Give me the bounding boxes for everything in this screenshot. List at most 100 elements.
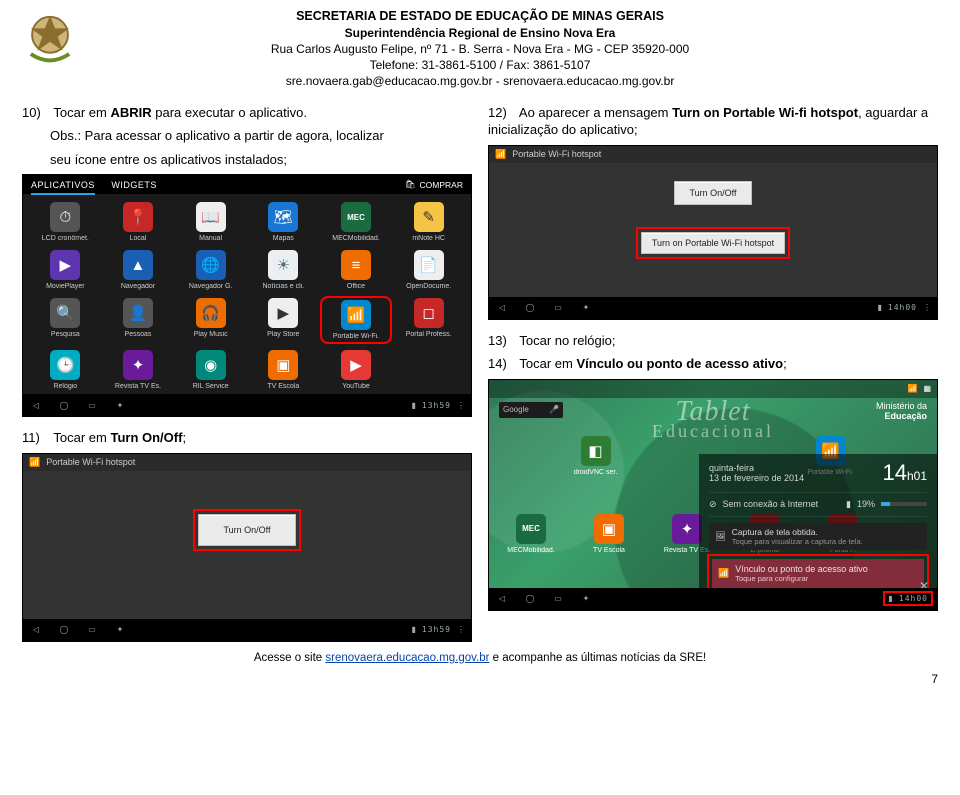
app-pesquisa[interactable]: 🔍Pesquisa bbox=[31, 298, 100, 342]
app-not-cias-e-cli-[interactable]: ☀Notícias e cli. bbox=[249, 250, 318, 290]
app-navegador[interactable]: ▲Navegador bbox=[104, 250, 173, 290]
app-revista-tv-es-[interactable]: ✦ Revista TV Es. bbox=[104, 350, 173, 390]
app-mnote-hc[interactable]: ✎ mNote HC bbox=[394, 202, 463, 242]
more-icon[interactable]: ⋮ bbox=[457, 625, 465, 634]
app-label: MECMobilidad. bbox=[326, 235, 386, 242]
app-label: mNote HC bbox=[399, 235, 459, 242]
app-manual[interactable]: 📖Manual bbox=[176, 202, 245, 242]
panel-connection[interactable]: ⊘ Sem conexão à Internet ▮ 19% bbox=[709, 499, 927, 510]
app-portable-wi-fi-[interactable]: 📶Portable Wi-Fi. bbox=[322, 298, 391, 342]
back-icon[interactable]: ◁ bbox=[495, 301, 509, 315]
header-line-2: Superintendência Regional de Ensino Nova… bbox=[0, 25, 960, 41]
navbar-clock: 13h59 bbox=[422, 401, 451, 410]
app-rel-gio[interactable]: 🕒Relógio bbox=[31, 350, 100, 390]
recent-icon[interactable]: ▭ bbox=[85, 398, 99, 412]
app-pessoas[interactable]: 👤Pessoas bbox=[104, 298, 173, 342]
notification-panel: quinta-feira 13 de fevereiro de 2014 14h… bbox=[699, 454, 937, 599]
back-icon[interactable]: ◁ bbox=[495, 592, 509, 606]
battery-icon: ▮ bbox=[888, 594, 892, 603]
app-opendocume-[interactable]: 📄OpenDocume. bbox=[394, 250, 463, 290]
navbar-clock[interactable]: 14h00 bbox=[899, 594, 928, 603]
app-icon: ▶ bbox=[341, 350, 371, 380]
tab-applications[interactable]: APLICATIVOS bbox=[31, 180, 95, 195]
shop-button[interactable]: 🛍 COMPRAR bbox=[405, 179, 463, 190]
app-icon: MEC bbox=[341, 202, 371, 232]
app-icon: ▲ bbox=[123, 250, 153, 280]
app-play-store[interactable]: ▶Play Store bbox=[249, 298, 318, 342]
app-label: Navegador G. bbox=[181, 283, 241, 290]
app-label: OpenDocume. bbox=[399, 283, 459, 290]
app-label: Local bbox=[108, 235, 168, 242]
app-icon: ✎ bbox=[414, 202, 444, 232]
home-icon[interactable]: ◯ bbox=[523, 592, 537, 606]
screenshot-icon[interactable]: ✦ bbox=[113, 398, 127, 412]
turn-on-hotspot-button[interactable]: Turn on Portable Wi-Fi hotspot bbox=[641, 232, 785, 254]
screenshot-icon[interactable]: ✦ bbox=[579, 301, 593, 315]
panel-clock[interactable]: 14h01 bbox=[882, 460, 927, 486]
back-icon[interactable]: ◁ bbox=[29, 623, 43, 637]
screenshot-icon[interactable]: ✦ bbox=[579, 592, 593, 606]
screenshot-home: 📶 ▦ Google 🎤 Tablet Educacional Ministér… bbox=[488, 379, 938, 611]
highlight-tether-notification: 📶 Vínculo ou ponto de acesso ativo Toque… bbox=[709, 556, 927, 591]
app-label: MECMobilidad. bbox=[501, 547, 561, 554]
wifi-icon: 📶 bbox=[495, 149, 506, 160]
panel-tether-notification[interactable]: 📶 Vínculo ou ponto de acesso ativo Toque… bbox=[712, 559, 924, 588]
more-icon[interactable]: ⋮ bbox=[923, 303, 931, 312]
app-icon: ▣ bbox=[594, 514, 624, 544]
app-label: TV Escola bbox=[579, 547, 639, 554]
highlight-turn-on-hotspot: Turn on Portable Wi-Fi hotspot bbox=[638, 229, 788, 257]
app-label: Relógio bbox=[35, 383, 95, 390]
app-mecmobilidad-[interactable]: MEC MECMobilidad. bbox=[501, 514, 561, 554]
panel-screenshot-notification[interactable]: 🖼 Captura de tela obtida. Toque para vis… bbox=[709, 523, 927, 550]
app-office[interactable]: ≡Office bbox=[322, 250, 391, 290]
tab-widgets[interactable]: WIDGETS bbox=[111, 180, 157, 190]
app-label: Manual bbox=[181, 235, 241, 242]
recent-icon[interactable]: ▭ bbox=[85, 623, 99, 637]
home-icon[interactable]: ◯ bbox=[523, 301, 537, 315]
app-icon: ◉ bbox=[196, 350, 226, 380]
shopping-bag-icon: 🛍 bbox=[405, 179, 416, 190]
app-icon: ◻ bbox=[414, 298, 444, 328]
app-youtube[interactable]: ▶ YouTube bbox=[322, 350, 391, 390]
app-local[interactable]: 📍 Local bbox=[104, 202, 173, 242]
app-label: YouTube bbox=[326, 383, 386, 390]
wifi-off-icon: ⊘ bbox=[709, 499, 717, 510]
app-movieplayer[interactable]: ▶MoviePlayer bbox=[31, 250, 100, 290]
recent-icon[interactable]: ▭ bbox=[551, 592, 565, 606]
app-label: Pessoas bbox=[108, 331, 168, 338]
app-icon: ✦ bbox=[123, 350, 153, 380]
app-ril-service[interactable]: ◉RIL Service bbox=[176, 350, 245, 390]
recent-icon[interactable]: ▭ bbox=[551, 301, 565, 315]
app-label: Revista TV Es. bbox=[108, 383, 168, 390]
footer-link[interactable]: srenovaera.educacao.mg.gov.br bbox=[325, 652, 489, 664]
app-tv-escola[interactable]: ▣ TV Escola bbox=[579, 514, 639, 554]
app-navegador-g-[interactable]: 🌐Navegador G. bbox=[176, 250, 245, 290]
app-droidvnc-ser-[interactable]: ◧droidVNC ser. bbox=[489, 436, 702, 476]
battery-icon: ▮ bbox=[878, 303, 882, 312]
app-play-music[interactable]: 🎧Play Music bbox=[176, 298, 245, 342]
wifi-icon: 📶 bbox=[907, 384, 917, 393]
screenshot-icon[interactable]: ✦ bbox=[113, 623, 127, 637]
step-14: 14) Tocar em Vínculo ou ponto de acesso … bbox=[488, 355, 938, 373]
hotspot-title: Portable Wi-Fi hotspot bbox=[512, 149, 601, 159]
app-icon: MEC bbox=[516, 514, 546, 544]
navbar-clock: 14h00 bbox=[888, 303, 917, 312]
home-icon[interactable]: ◯ bbox=[57, 398, 71, 412]
app-portal-profess-[interactable]: ◻Portal Profess. bbox=[394, 298, 463, 342]
home-icon[interactable]: ◯ bbox=[57, 623, 71, 637]
app-lcd-cron-met-[interactable]: ⏱LCD cronômet. bbox=[31, 202, 100, 242]
app-icon: 🎧 bbox=[196, 298, 226, 328]
app-icon: 📍 bbox=[123, 202, 153, 232]
app-icon: ≡ bbox=[341, 250, 371, 280]
app-mapas[interactable]: 🗺Mapas bbox=[249, 202, 318, 242]
apps-grid-icon[interactable]: ▦ bbox=[923, 384, 931, 393]
app-tv-escola[interactable]: ▣TV Escola bbox=[249, 350, 318, 390]
turn-onoff-button[interactable]: Turn On/Off bbox=[198, 514, 295, 546]
app-mecmobilidad-[interactable]: MEC MECMobilidad. bbox=[322, 202, 391, 242]
turn-onoff-button[interactable]: Turn On/Off bbox=[674, 181, 751, 205]
app-label: TV Escola bbox=[253, 383, 313, 390]
back-icon[interactable]: ◁ bbox=[29, 398, 43, 412]
step-13: 13) Tocar no relógio; bbox=[488, 332, 938, 350]
battery-icon: ▮ bbox=[412, 625, 416, 634]
more-icon[interactable]: ⋮ bbox=[457, 401, 465, 410]
